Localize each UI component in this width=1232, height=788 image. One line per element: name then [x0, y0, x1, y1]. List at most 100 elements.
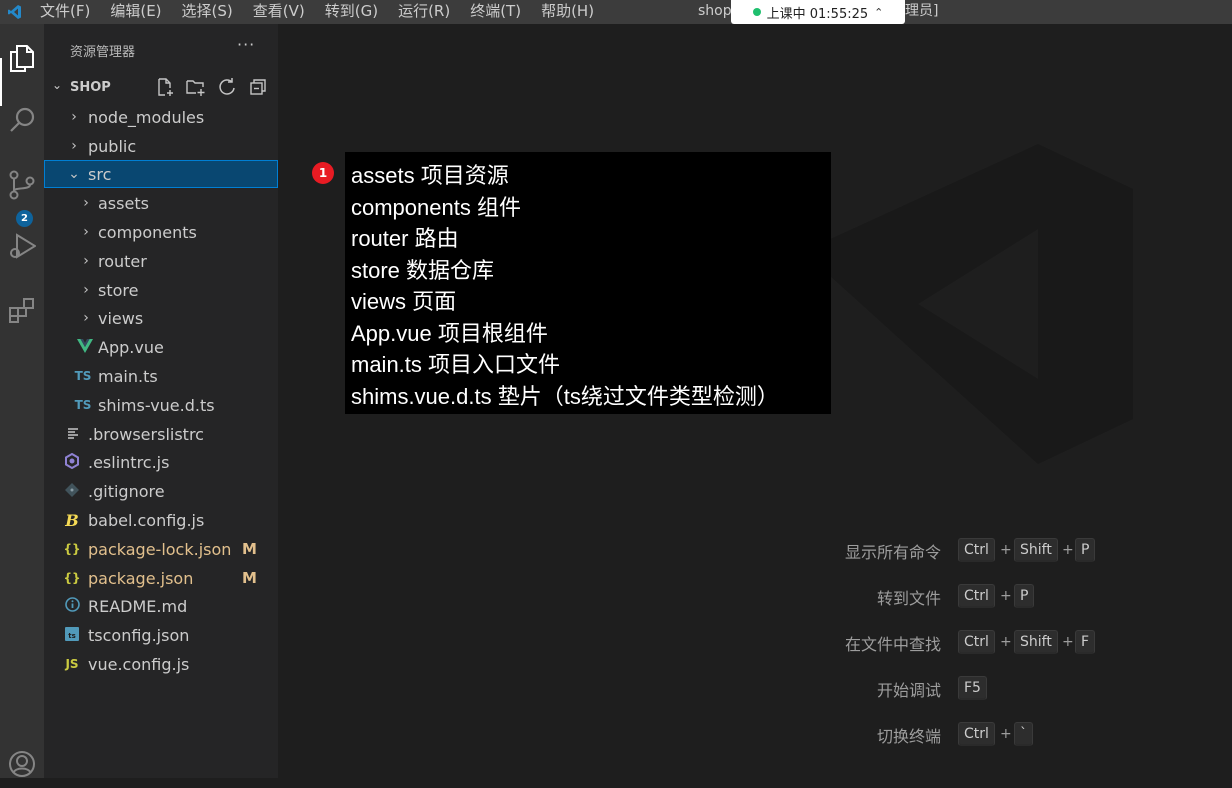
new-file-icon[interactable] — [154, 76, 176, 98]
tree-item-label: App.vue — [98, 337, 164, 357]
annotation-box: assets 项目资源 components 组件 router 路由 stor… — [345, 152, 831, 414]
tree-item-label: .gitignore — [88, 481, 165, 501]
tree-item-label: tsconfig.json — [88, 625, 190, 645]
section-actions — [154, 76, 269, 98]
tree-item-label: package-lock.json — [88, 539, 232, 559]
key-cap: F5 — [958, 676, 987, 700]
tree-item-node-modules[interactable]: › node_modules — [44, 103, 278, 131]
typescript-file-icon: TS — [74, 369, 92, 383]
typescript-file-icon: TS — [74, 398, 92, 412]
tree-item-public[interactable]: › public — [44, 132, 278, 160]
run-debug-icon[interactable] — [0, 222, 44, 270]
eslint-icon — [63, 452, 81, 472]
annotation-line: assets 项目资源 — [351, 163, 509, 188]
refresh-icon[interactable] — [216, 76, 238, 98]
tree-item-label: components — [98, 222, 197, 242]
tree-item-label: main.ts — [98, 366, 158, 386]
chevron-right-icon: › — [83, 253, 89, 269]
chevron-down-icon[interactable]: ⌄ — [52, 78, 62, 92]
tree-item-vue-config[interactable]: JS vue.config.js — [44, 650, 278, 678]
key-plus: + — [1000, 542, 1012, 558]
window-title-suffix: 理员] — [905, 3, 939, 19]
svg-text:ts: ts — [68, 632, 76, 640]
chevron-down-icon: ⌄ — [68, 166, 80, 182]
key-cap: Ctrl — [958, 630, 995, 654]
menu-run[interactable]: 运行(R) — [388, 0, 460, 24]
explorer-icon[interactable] — [0, 34, 44, 82]
git-modified-badge: M — [242, 540, 257, 558]
menu-edit[interactable]: 编辑(E) — [100, 0, 171, 24]
tree-item-gitignore[interactable]: .gitignore — [44, 477, 278, 505]
tree-item-label: package.json — [88, 568, 194, 588]
tree-item-eslintrc[interactable]: .eslintrc.js — [44, 448, 278, 476]
live-status-text: 上课中 01:55:25 — [766, 6, 869, 22]
tree-item-label: .browserslistrc — [88, 424, 204, 444]
menu-go[interactable]: 转到(G) — [315, 0, 388, 24]
tree-item-package-json[interactable]: {} package.json M — [44, 564, 278, 592]
more-actions-icon[interactable]: ··· — [237, 35, 255, 54]
shortcut-label: 切换终端 — [876, 727, 941, 746]
title-bar: 文件(F) 编辑(E) 选择(S) 查看(V) 转到(G) 运行(R) 终端(T… — [0, 0, 1232, 24]
info-icon — [63, 597, 81, 615]
tree-item-assets[interactable]: › assets — [44, 189, 278, 217]
javascript-file-icon: JS — [65, 657, 79, 671]
tree-item-store[interactable]: › store — [44, 276, 278, 304]
source-control-icon[interactable] — [0, 161, 44, 209]
chevron-up-icon[interactable]: ⌃ — [874, 6, 883, 19]
key-cap: P — [1075, 538, 1096, 562]
tsconfig-icon: ts — [63, 626, 81, 644]
tree-item-label: vue.config.js — [88, 654, 190, 674]
new-folder-icon[interactable] — [185, 76, 207, 98]
menu-help[interactable]: 帮助(H) — [531, 0, 604, 24]
tree-item-views[interactable]: › views — [44, 304, 278, 332]
tree-item-main-ts[interactable]: TS main.ts — [44, 362, 278, 390]
tree-item-browserslistrc[interactable]: .browserslistrc — [44, 420, 278, 448]
menu-selection[interactable]: 选择(S) — [172, 0, 243, 24]
live-class-status[interactable]: 上课中 01:55:25 ⌃ — [731, 0, 905, 24]
tree-item-babel-config[interactable]: B babel.config.js — [44, 506, 278, 534]
chevron-right-icon: › — [83, 310, 89, 326]
chevron-right-icon: › — [83, 282, 89, 298]
extensions-icon[interactable] — [0, 286, 44, 334]
tree-item-components[interactable]: › components — [44, 218, 278, 246]
key-cap: F — [1075, 630, 1096, 654]
tree-item-tsconfig[interactable]: ts tsconfig.json — [44, 621, 278, 649]
key-cap: P — [1014, 584, 1035, 608]
annotation-number-badge: 1 — [312, 162, 334, 184]
key-plus: + — [1000, 634, 1012, 650]
window-title: shop — [698, 3, 732, 19]
key-plus: + — [1000, 588, 1012, 604]
account-icon[interactable] — [0, 740, 44, 788]
tree-item-router[interactable]: › router — [44, 247, 278, 275]
config-lines-icon — [64, 427, 82, 442]
menu-file[interactable]: 文件(F) — [30, 0, 100, 24]
tree-item-app-vue[interactable]: App.vue — [44, 333, 278, 361]
tree-item-label: babel.config.js — [88, 510, 205, 530]
tree-item-package-lock[interactable]: {} package-lock.json M — [44, 535, 278, 563]
json-file-icon: {} — [63, 542, 81, 556]
key-cap: Ctrl — [958, 538, 995, 562]
vue-file-icon — [76, 338, 94, 356]
tree-item-shims-vue-d-ts[interactable]: TS shims-vue.d.ts — [44, 391, 278, 419]
key-plus: + — [1062, 542, 1074, 558]
key-cap: Ctrl — [958, 584, 995, 608]
tree-item-readme[interactable]: README.md — [44, 592, 278, 620]
key-cap: Ctrl — [958, 722, 995, 746]
menu-terminal[interactable]: 终端(T) — [460, 0, 531, 24]
tree-item-src[interactable]: ⌄ src — [44, 160, 278, 188]
tree-item-label: .eslintrc.js — [88, 452, 170, 472]
menu-view[interactable]: 查看(V) — [243, 0, 315, 24]
collapse-all-icon[interactable] — [247, 76, 269, 98]
search-icon[interactable] — [0, 96, 44, 144]
shortcut-label: 在文件中查找 — [844, 635, 941, 654]
shortcut-label: 转到文件 — [876, 589, 941, 608]
annotation-line: App.vue 项目根组件 — [351, 321, 548, 346]
key-plus: + — [1062, 634, 1074, 650]
workspace-section-header[interactable]: ⌄ SHOP — [44, 76, 278, 100]
chevron-right-icon: › — [71, 138, 77, 154]
tree-item-label: shims-vue.d.ts — [98, 395, 215, 415]
live-dot-icon — [752, 8, 761, 16]
chevron-right-icon: › — [83, 195, 89, 211]
tree-item-label: src — [88, 164, 112, 184]
explorer-title: 资源管理器 — [70, 45, 136, 60]
